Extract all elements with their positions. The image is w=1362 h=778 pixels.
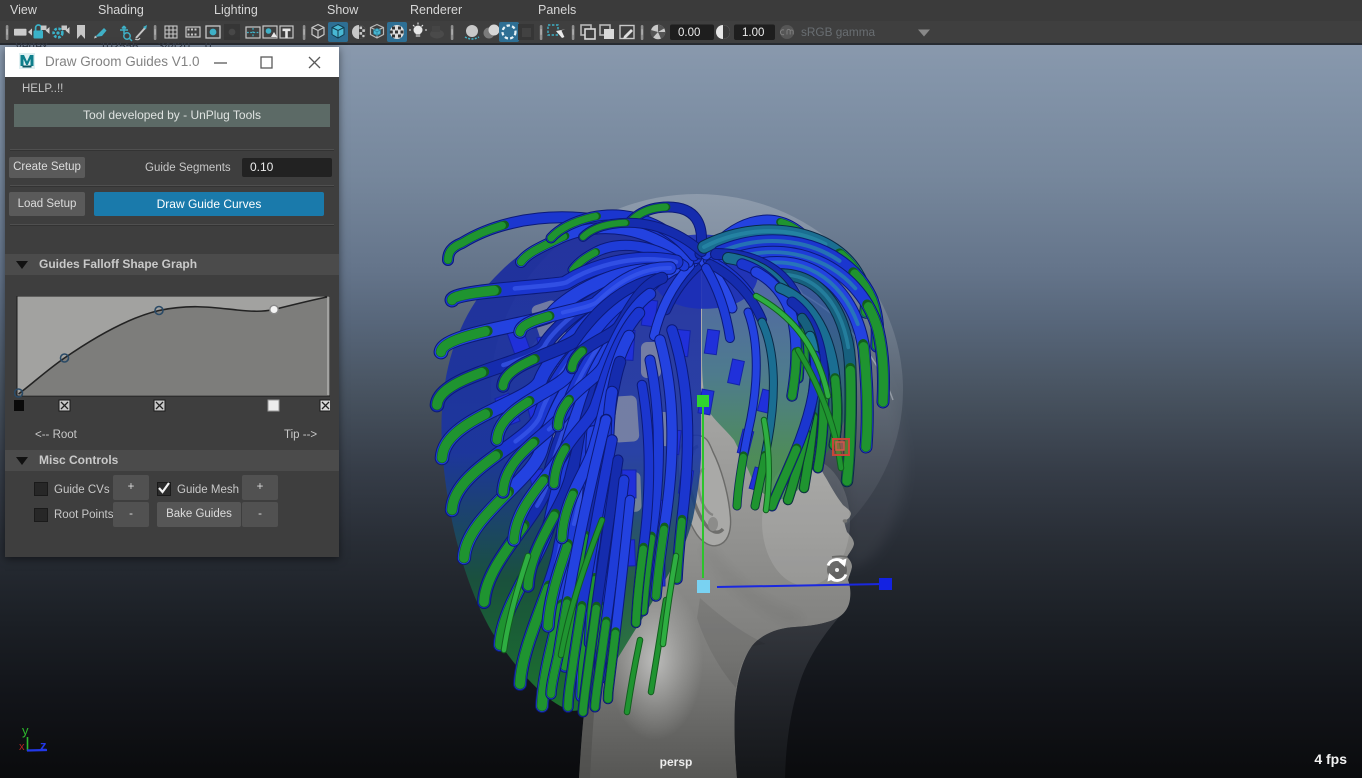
svg-text:1.00: 1.00 — [742, 27, 764, 39]
svg-text:sRGB gamma: sRGB gamma — [801, 25, 876, 39]
svg-text:x: x — [19, 741, 25, 753]
svg-text:0.00: 0.00 — [678, 27, 700, 39]
svg-text:z: z — [40, 738, 47, 753]
svg-text:y: y — [22, 723, 29, 738]
